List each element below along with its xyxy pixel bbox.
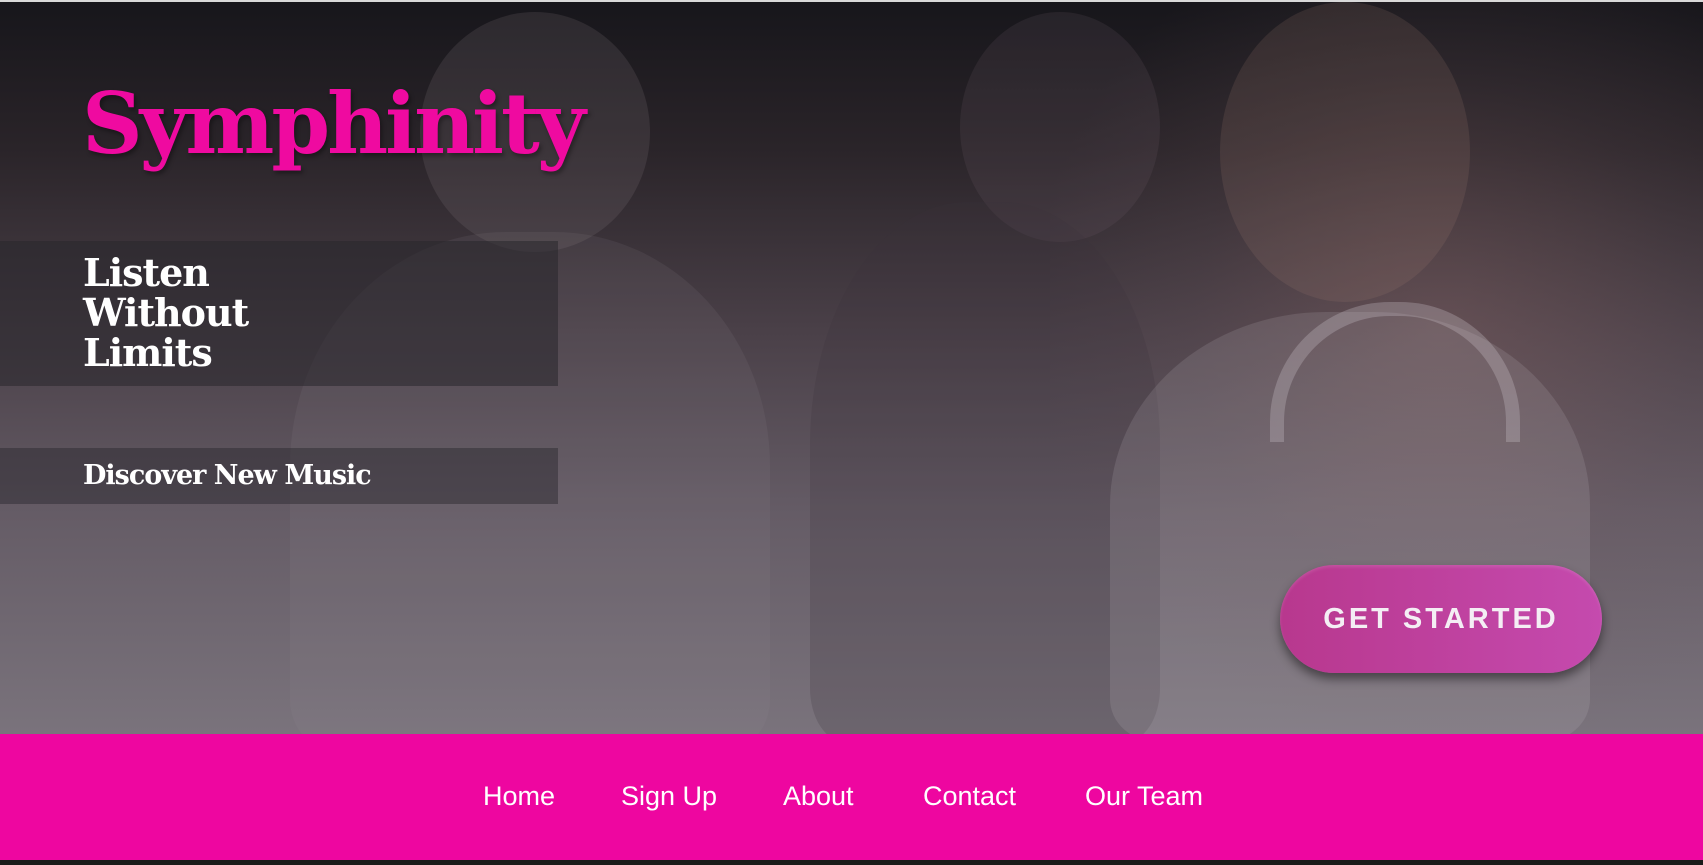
subtitle-panel: Discover New Music: [0, 448, 558, 504]
nav-link-contact[interactable]: Contact: [923, 779, 1016, 813]
nav-link-our-team[interactable]: Our Team: [1085, 779, 1203, 813]
tagline-panel: Listen Without Limits: [0, 241, 558, 386]
hero-section: Symphinity Listen Without Limits Discove…: [0, 2, 1703, 734]
nav-list: Home Sign Up About Contact Our Team: [0, 734, 1703, 860]
brand-title: Symphinity: [82, 74, 586, 173]
tagline: Listen Without Limits: [83, 250, 249, 375]
nav-link-about[interactable]: About: [783, 779, 854, 813]
person-center-body: [810, 202, 1160, 734]
bottom-border: [0, 860, 1703, 865]
nav-link-home[interactable]: Home: [483, 779, 555, 813]
footer-nav: Home Sign Up About Contact Our Team: [0, 734, 1703, 860]
tagline-line-2: Without: [83, 290, 249, 335]
tagline-line-3: Limits: [83, 330, 213, 375]
get-started-button[interactable]: GET STARTED: [1280, 565, 1602, 673]
landing-page: Symphinity Listen Without Limits Discove…: [0, 0, 1703, 865]
nav-link-sign-up[interactable]: Sign Up: [621, 779, 717, 813]
person-right-head: [1220, 2, 1470, 302]
subtitle: Discover New Music: [83, 460, 372, 491]
tagline-line-1: Listen: [83, 250, 210, 295]
